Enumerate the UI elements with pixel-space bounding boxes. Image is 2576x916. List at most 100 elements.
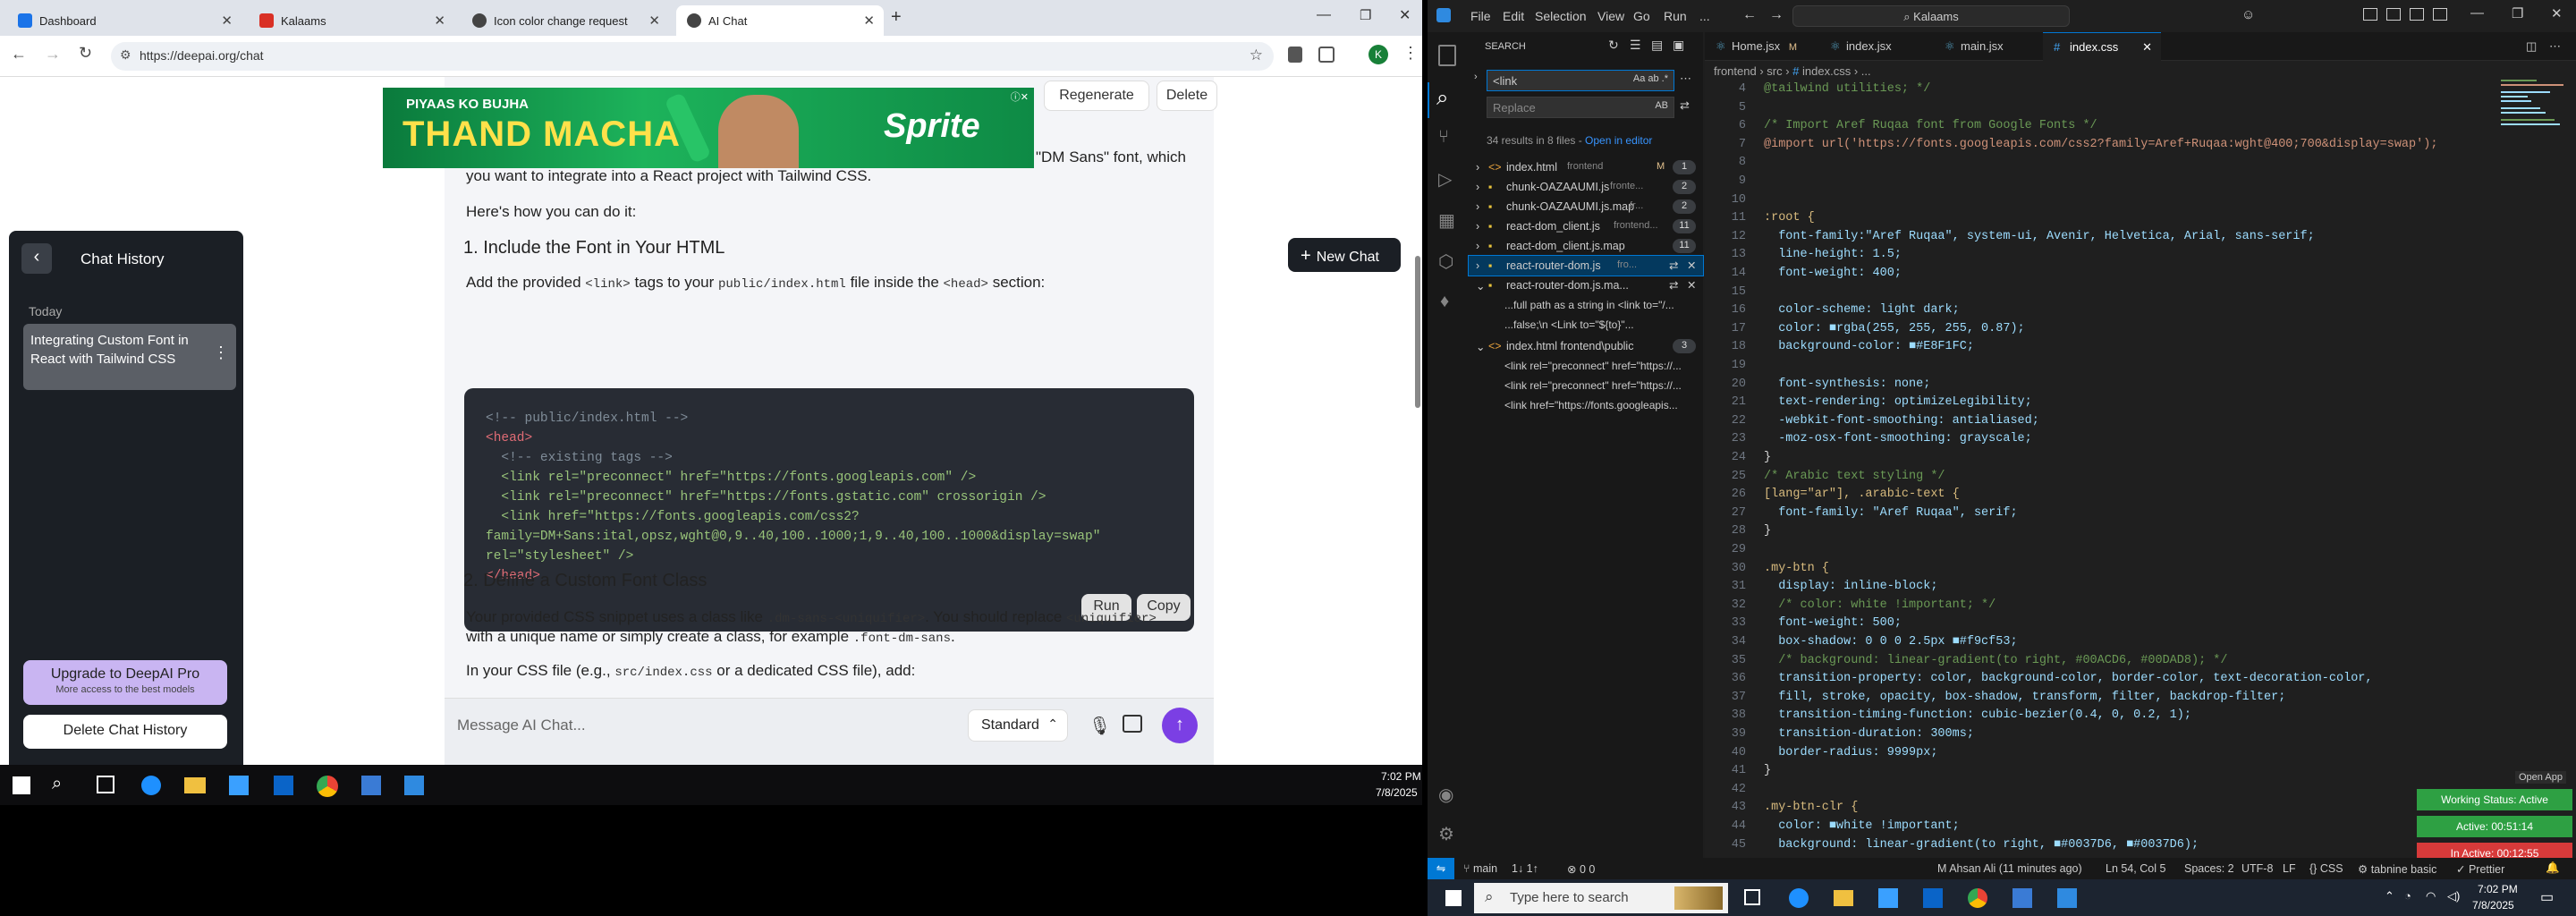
replace-input[interactable]: Replace AB — [1487, 97, 1674, 118]
back-icon[interactable]: ← — [11, 45, 27, 64]
layout-custom-icon[interactable] — [2433, 8, 2447, 21]
explorer-icon[interactable] — [1438, 45, 1456, 66]
match-line[interactable]: ...false;\n <Link to="${to}"... — [1504, 318, 1634, 331]
match-line[interactable]: <link rel="preconnect" href="https://... — [1504, 379, 1682, 392]
replace-file-icon[interactable]: ⇄ — [1669, 259, 1678, 272]
history-item-menu-icon[interactable]: ⋮ — [213, 344, 229, 362]
tab-main-jsx[interactable]: ⚛ main.jsx — [1934, 32, 2043, 61]
dismiss-icon[interactable]: ✕ — [1687, 278, 1696, 292]
tab-index-jsx[interactable]: ⚛ index.jsx — [1819, 32, 1934, 61]
prettier-status[interactable]: ✓ Prettier — [2456, 862, 2504, 876]
search-input[interactable]: <link Aa ab .* — [1487, 70, 1674, 91]
remote-explorer-icon[interactable]: ⬡ — [1438, 250, 1453, 273]
store-icon[interactable] — [1878, 888, 1898, 908]
layout-sidebar-icon[interactable] — [2363, 8, 2377, 21]
close-tab-icon[interactable]: ✕ — [648, 13, 660, 29]
search-view-icon[interactable]: ⌕ — [1436, 86, 1448, 111]
layout-panel-icon[interactable] — [2386, 8, 2401, 21]
breadcrumb-item[interactable]: index.css — [1802, 64, 1851, 78]
toggle-details-icon[interactable]: ⋯ — [1680, 72, 1691, 86]
branch-status[interactable]: ⑂ main — [1463, 862, 1497, 875]
replace-all-icon[interactable]: ⇄ — [1680, 98, 1690, 113]
browser-menu-icon[interactable]: ⋮ — [1402, 44, 1419, 63]
ad-close-icon[interactable]: ⓘ✕ — [1011, 89, 1029, 104]
code-editor[interactable]: 4 @tailwind utilities; */ 5 6 /* Import Aref… — [1705, 82, 2492, 856]
sidepanel-icon[interactable] — [1318, 47, 1335, 63]
start-icon[interactable] — [13, 776, 30, 794]
delete-history-button[interactable]: Delete Chat History — [23, 715, 227, 749]
new-search-editor-icon[interactable]: ▤ — [1651, 38, 1663, 53]
replace-file-icon[interactable]: ⇄ — [1669, 278, 1678, 292]
extensions-icon[interactable]: ▦ — [1438, 209, 1455, 232]
result-file[interactable]: › ▪ react-dom_client.js.map 11 — [1469, 236, 1703, 256]
vscode-alt-icon[interactable] — [361, 776, 381, 795]
notification-center-icon[interactable]: ▭ — [2540, 888, 2554, 906]
sync-status[interactable]: 1↓ 1↑ — [1512, 862, 1538, 875]
eol[interactable]: LF — [2283, 862, 2296, 875]
browser-tab-dashboard[interactable]: Dashboard ✕ — [7, 5, 242, 36]
tab-index-css[interactable]: # index.css ✕ — [2043, 32, 2161, 61]
edge-icon[interactable] — [141, 776, 161, 795]
menu-view[interactable]: View — [1597, 9, 1624, 23]
search-icon[interactable]: ⌕ — [52, 774, 62, 794]
nav-back-icon[interactable]: ← — [1742, 7, 1757, 23]
new-tab-icon[interactable]: + — [891, 7, 902, 28]
problems-status[interactable]: ⊗ 0 0 — [1567, 862, 1595, 876]
result-file[interactable]: ⌄ ▪ react-router-dom.js.ma... ⇄ ✕ — [1469, 276, 1703, 295]
tab-home-jsx[interactable]: ⚛ Home.jsx M — [1705, 32, 1819, 61]
result-file[interactable]: › <> index.html frontend M 1 — [1469, 157, 1703, 177]
ad-banner[interactable]: PIYAAS KO BUJHA THAND MACHA Sprite ⓘ✕ — [383, 88, 1034, 168]
collapse-all-icon[interactable]: ▣ — [1673, 38, 1684, 53]
active-time-widget[interactable]: Active: 00:51:14 — [2417, 816, 2572, 837]
task-view-icon[interactable] — [1744, 889, 1760, 905]
breadcrumb-item[interactable]: frontend — [1714, 64, 1757, 78]
close-tab-icon[interactable]: ✕ — [2142, 40, 2152, 55]
mail-icon[interactable] — [1923, 888, 1943, 908]
page-scrollbar[interactable] — [1415, 256, 1420, 408]
accounts-icon[interactable]: ◉ — [1438, 784, 1453, 806]
breadcrumb-item[interactable]: src — [1767, 64, 1782, 78]
match-line[interactable]: ...full path as a string in <link to="/.… — [1504, 299, 1674, 311]
image-upload-icon[interactable] — [1123, 715, 1142, 733]
task-view-icon[interactable] — [97, 776, 114, 793]
git-blame-status[interactable]: M Ahsan Ali (11 minutes ago) — [1937, 862, 2082, 875]
minimize-icon[interactable]: — — [1317, 7, 1331, 23]
encoding[interactable]: UTF-8 — [2241, 862, 2273, 875]
forward-icon[interactable]: → — [45, 45, 61, 64]
language-mode[interactable]: {} CSS — [2309, 862, 2343, 875]
close-window-icon[interactable]: ✕ — [1399, 6, 1411, 24]
store-icon[interactable] — [229, 776, 249, 795]
regenerate-button[interactable]: Regenerate — [1044, 81, 1149, 111]
open-in-editor-link[interactable]: Open in editor — [1585, 134, 1652, 147]
refresh-icon[interactable]: ↻ — [1608, 38, 1619, 53]
source-control-icon[interactable]: ⑂ — [1438, 127, 1449, 148]
clear-results-icon[interactable]: ☰ — [1630, 38, 1641, 53]
upgrade-pro-button[interactable]: Upgrade to DeepAI Pro More access to the… — [23, 660, 227, 705]
result-file-selected[interactable]: › ▪ react-router-dom.js fro... ⇄ ✕ — [1468, 255, 1704, 276]
file-explorer-icon[interactable] — [184, 777, 206, 793]
split-editor-icon[interactable]: ◫ — [2526, 39, 2537, 54]
chrome-icon[interactable] — [317, 776, 338, 797]
vscode-icon[interactable] — [2057, 888, 2077, 908]
taskbar-search-input[interactable]: ⌕ Type here to search — [1474, 883, 1728, 913]
close-tab-icon[interactable]: ✕ — [863, 13, 875, 29]
vscode-icon[interactable] — [404, 776, 424, 795]
minimap[interactable] — [2501, 77, 2571, 202]
settings-gear-icon[interactable]: ⚙ — [1438, 823, 1454, 845]
new-chat-button[interactable]: + New Chat — [1288, 238, 1401, 272]
match-line[interactable]: <link href="https://fonts.googleapis... — [1504, 399, 1678, 411]
tray-chevron-icon[interactable]: ⌃ — [2385, 889, 2394, 903]
dismiss-icon[interactable]: ✕ — [1687, 259, 1696, 272]
site-info-icon[interactable]: ⚙ — [120, 47, 131, 63]
minimize-icon[interactable]: — — [2470, 5, 2484, 21]
cursor-position[interactable]: Ln 54, Col 5 — [2106, 862, 2165, 875]
bookmark-star-icon[interactable]: ☆ — [1250, 47, 1263, 64]
remote-indicator-icon[interactable]: ⇋ — [1428, 858, 1454, 879]
browser-tab-ai-chat[interactable]: AI Chat ✕ — [676, 5, 884, 36]
result-file[interactable]: › ▪ chunk-OAZAAUMI.js fronte... 2 — [1469, 177, 1703, 197]
nav-forward-icon[interactable]: → — [1769, 7, 1784, 23]
start-icon[interactable] — [1445, 890, 1462, 906]
mode-select[interactable]: Standard ⌃ — [968, 709, 1068, 742]
microphone-icon[interactable]: 🎙 — [1089, 715, 1111, 737]
url-input[interactable]: ⚙ https://deepai.org/chat ☆ — [111, 42, 1274, 71]
